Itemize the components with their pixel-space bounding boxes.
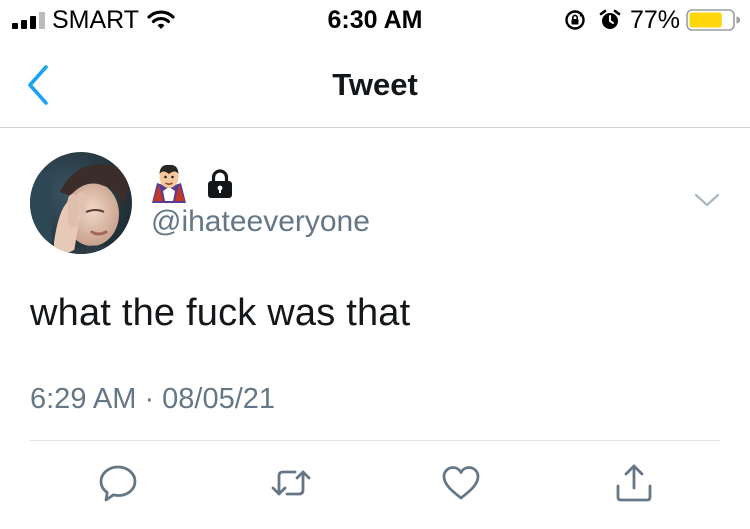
reply-icon	[99, 465, 137, 502]
status-bar: SMART 6:30 AM 77%	[0, 0, 750, 40]
share-icon	[616, 464, 652, 502]
tweet-timestamp[interactable]: 6:29 AM · 08/05/21	[30, 383, 275, 416]
page-title: Tweet	[332, 67, 418, 102]
share-button[interactable]	[613, 462, 655, 504]
retweet-icon	[271, 470, 311, 496]
tweet-text: what the fuck was that	[30, 292, 411, 334]
reply-button[interactable]	[97, 462, 139, 504]
chevron-down-icon[interactable]	[694, 192, 720, 208]
battery-icon	[686, 9, 740, 31]
lock-icon	[208, 169, 232, 198]
alarm-icon	[599, 9, 621, 29]
user-handle[interactable]: @ihateeveryone	[151, 205, 370, 239]
divider	[30, 440, 720, 441]
avatar[interactable]	[30, 152, 132, 254]
vampire-emoji-icon	[152, 164, 186, 203]
heart-icon	[442, 466, 480, 500]
retweet-button[interactable]	[270, 462, 312, 504]
nav-bar: Tweet	[0, 40, 750, 128]
battery-percent: 77%	[630, 6, 681, 34]
like-button[interactable]	[440, 462, 482, 504]
rotation-lock-icon	[565, 10, 585, 30]
